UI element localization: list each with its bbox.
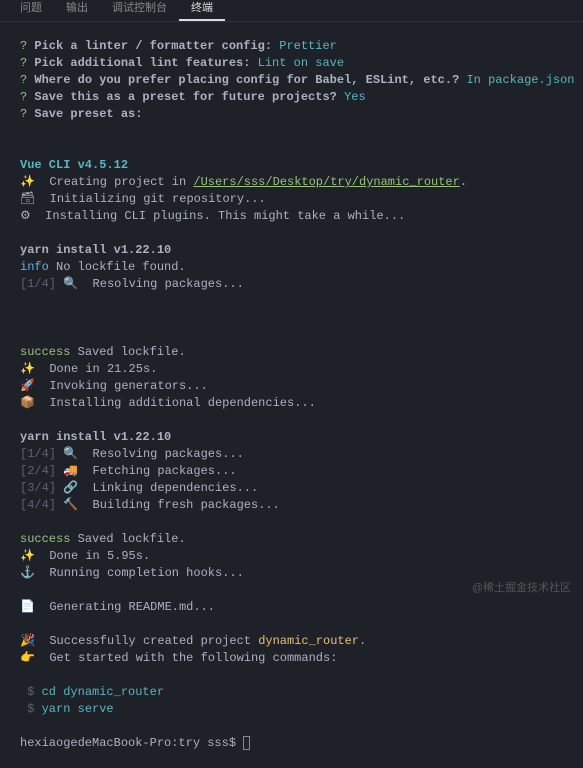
prompt-answer: Lint on save bbox=[258, 56, 344, 70]
init-git: 🗃 Initializing git repository... bbox=[20, 191, 563, 208]
info-label: info bbox=[20, 260, 49, 274]
step-msg: Resolving packages... bbox=[85, 447, 243, 461]
success-label: success bbox=[20, 532, 70, 546]
watermark: @稀土掘金技术社区 bbox=[472, 581, 571, 596]
hooks: ⚓ Running completion hooks... bbox=[20, 565, 563, 582]
prompt-question: Pick additional lint features: bbox=[34, 56, 250, 70]
installing-deps: 📦 Installing additional dependencies... bbox=[20, 395, 563, 412]
step-emoji: 🔍 bbox=[56, 277, 85, 291]
get-started: 👉 Get started with the following command… bbox=[20, 650, 563, 667]
step-msg: Fetching packages... bbox=[85, 464, 236, 478]
step-msg: Resolving packages... bbox=[85, 277, 243, 291]
info-msg: No lockfile found. bbox=[49, 260, 186, 274]
tab-debug-console[interactable]: 调试控制台 bbox=[100, 0, 179, 19]
terminal-output[interactable]: ? Pick a linter / formatter config: Pret… bbox=[0, 22, 583, 768]
prompt-question: Save this as a preset for future project… bbox=[34, 90, 336, 104]
prompt-question: Pick a linter / formatter config: bbox=[34, 39, 272, 53]
prompt-marker: ? bbox=[20, 107, 27, 121]
tab-bar: 问题 输出 调试控制台 终端 bbox=[0, 0, 583, 22]
prompt-answer: Prettier bbox=[279, 39, 337, 53]
yarn-header: yarn install v1.22.10 bbox=[20, 430, 171, 444]
cmd-serve: yarn serve bbox=[42, 702, 114, 716]
step-emoji: 🚚 bbox=[56, 464, 85, 478]
dot: . bbox=[460, 175, 467, 189]
step-num: [2/4] bbox=[20, 464, 56, 478]
saved-msg: Saved lockfile bbox=[70, 532, 178, 546]
yarn-header: yarn install v1.22.10 bbox=[20, 243, 171, 257]
prompt-marker: ? bbox=[20, 39, 27, 53]
prompt-marker: ? bbox=[20, 56, 27, 70]
dot: . bbox=[178, 532, 185, 546]
invoking: 🚀 Invoking generators... bbox=[20, 378, 563, 395]
step-msg: Building fresh packages... bbox=[85, 498, 279, 512]
project-name: dynamic_router bbox=[258, 634, 359, 648]
tab-terminal[interactable]: 终端 bbox=[179, 0, 225, 21]
shell-prompt: hexiaogedeMacBook-Pro:try sss$ bbox=[20, 736, 243, 750]
step-emoji: 🔗 bbox=[56, 481, 85, 495]
creating-text: ✨ Creating project in bbox=[20, 175, 193, 189]
prompt-answer: In package.json bbox=[466, 73, 574, 87]
readme: 📄 Generating README.md... bbox=[20, 599, 563, 616]
install-plugins: ⚙ Installing CLI plugins. This might tak… bbox=[20, 208, 563, 225]
cursor-icon[interactable] bbox=[243, 736, 250, 750]
step-num: [1/4] bbox=[20, 447, 56, 461]
saved-msg: Saved lockfile bbox=[70, 345, 178, 359]
step-emoji: 🔨 bbox=[56, 498, 85, 512]
dot: . bbox=[359, 634, 366, 648]
cmd-cd: cd dynamic_router bbox=[42, 685, 164, 699]
step-emoji: 🔍 bbox=[56, 447, 85, 461]
success-label: success bbox=[20, 345, 70, 359]
dollar-prompt: $ bbox=[20, 685, 42, 699]
tab-problems[interactable]: 问题 bbox=[8, 0, 54, 19]
step-msg: Linking dependencies... bbox=[85, 481, 258, 495]
step-num: [3/4] bbox=[20, 481, 56, 495]
project-path: /Users/sss/Desktop/try/dynamic_router bbox=[193, 175, 459, 189]
done-time: ✨ Done in 5.95s. bbox=[20, 548, 563, 565]
prompt-question: Save preset as: bbox=[34, 107, 142, 121]
step-num: [1/4] bbox=[20, 277, 56, 291]
created-prefix: 🎉 Successfully created project bbox=[20, 634, 258, 648]
dollar-prompt: $ bbox=[20, 702, 42, 716]
done-time: ✨ Done in 21.25s. bbox=[20, 361, 563, 378]
step-num: [4/4] bbox=[20, 498, 56, 512]
cli-version: Vue CLI v4.5.12 bbox=[20, 158, 128, 172]
prompt-marker: ? bbox=[20, 73, 27, 87]
prompt-marker: ? bbox=[20, 90, 27, 104]
prompt-question: Where do you prefer placing config for B… bbox=[34, 73, 459, 87]
prompt-answer: Yes bbox=[344, 90, 366, 104]
tab-output[interactable]: 输出 bbox=[54, 0, 100, 19]
dot: . bbox=[178, 345, 185, 359]
